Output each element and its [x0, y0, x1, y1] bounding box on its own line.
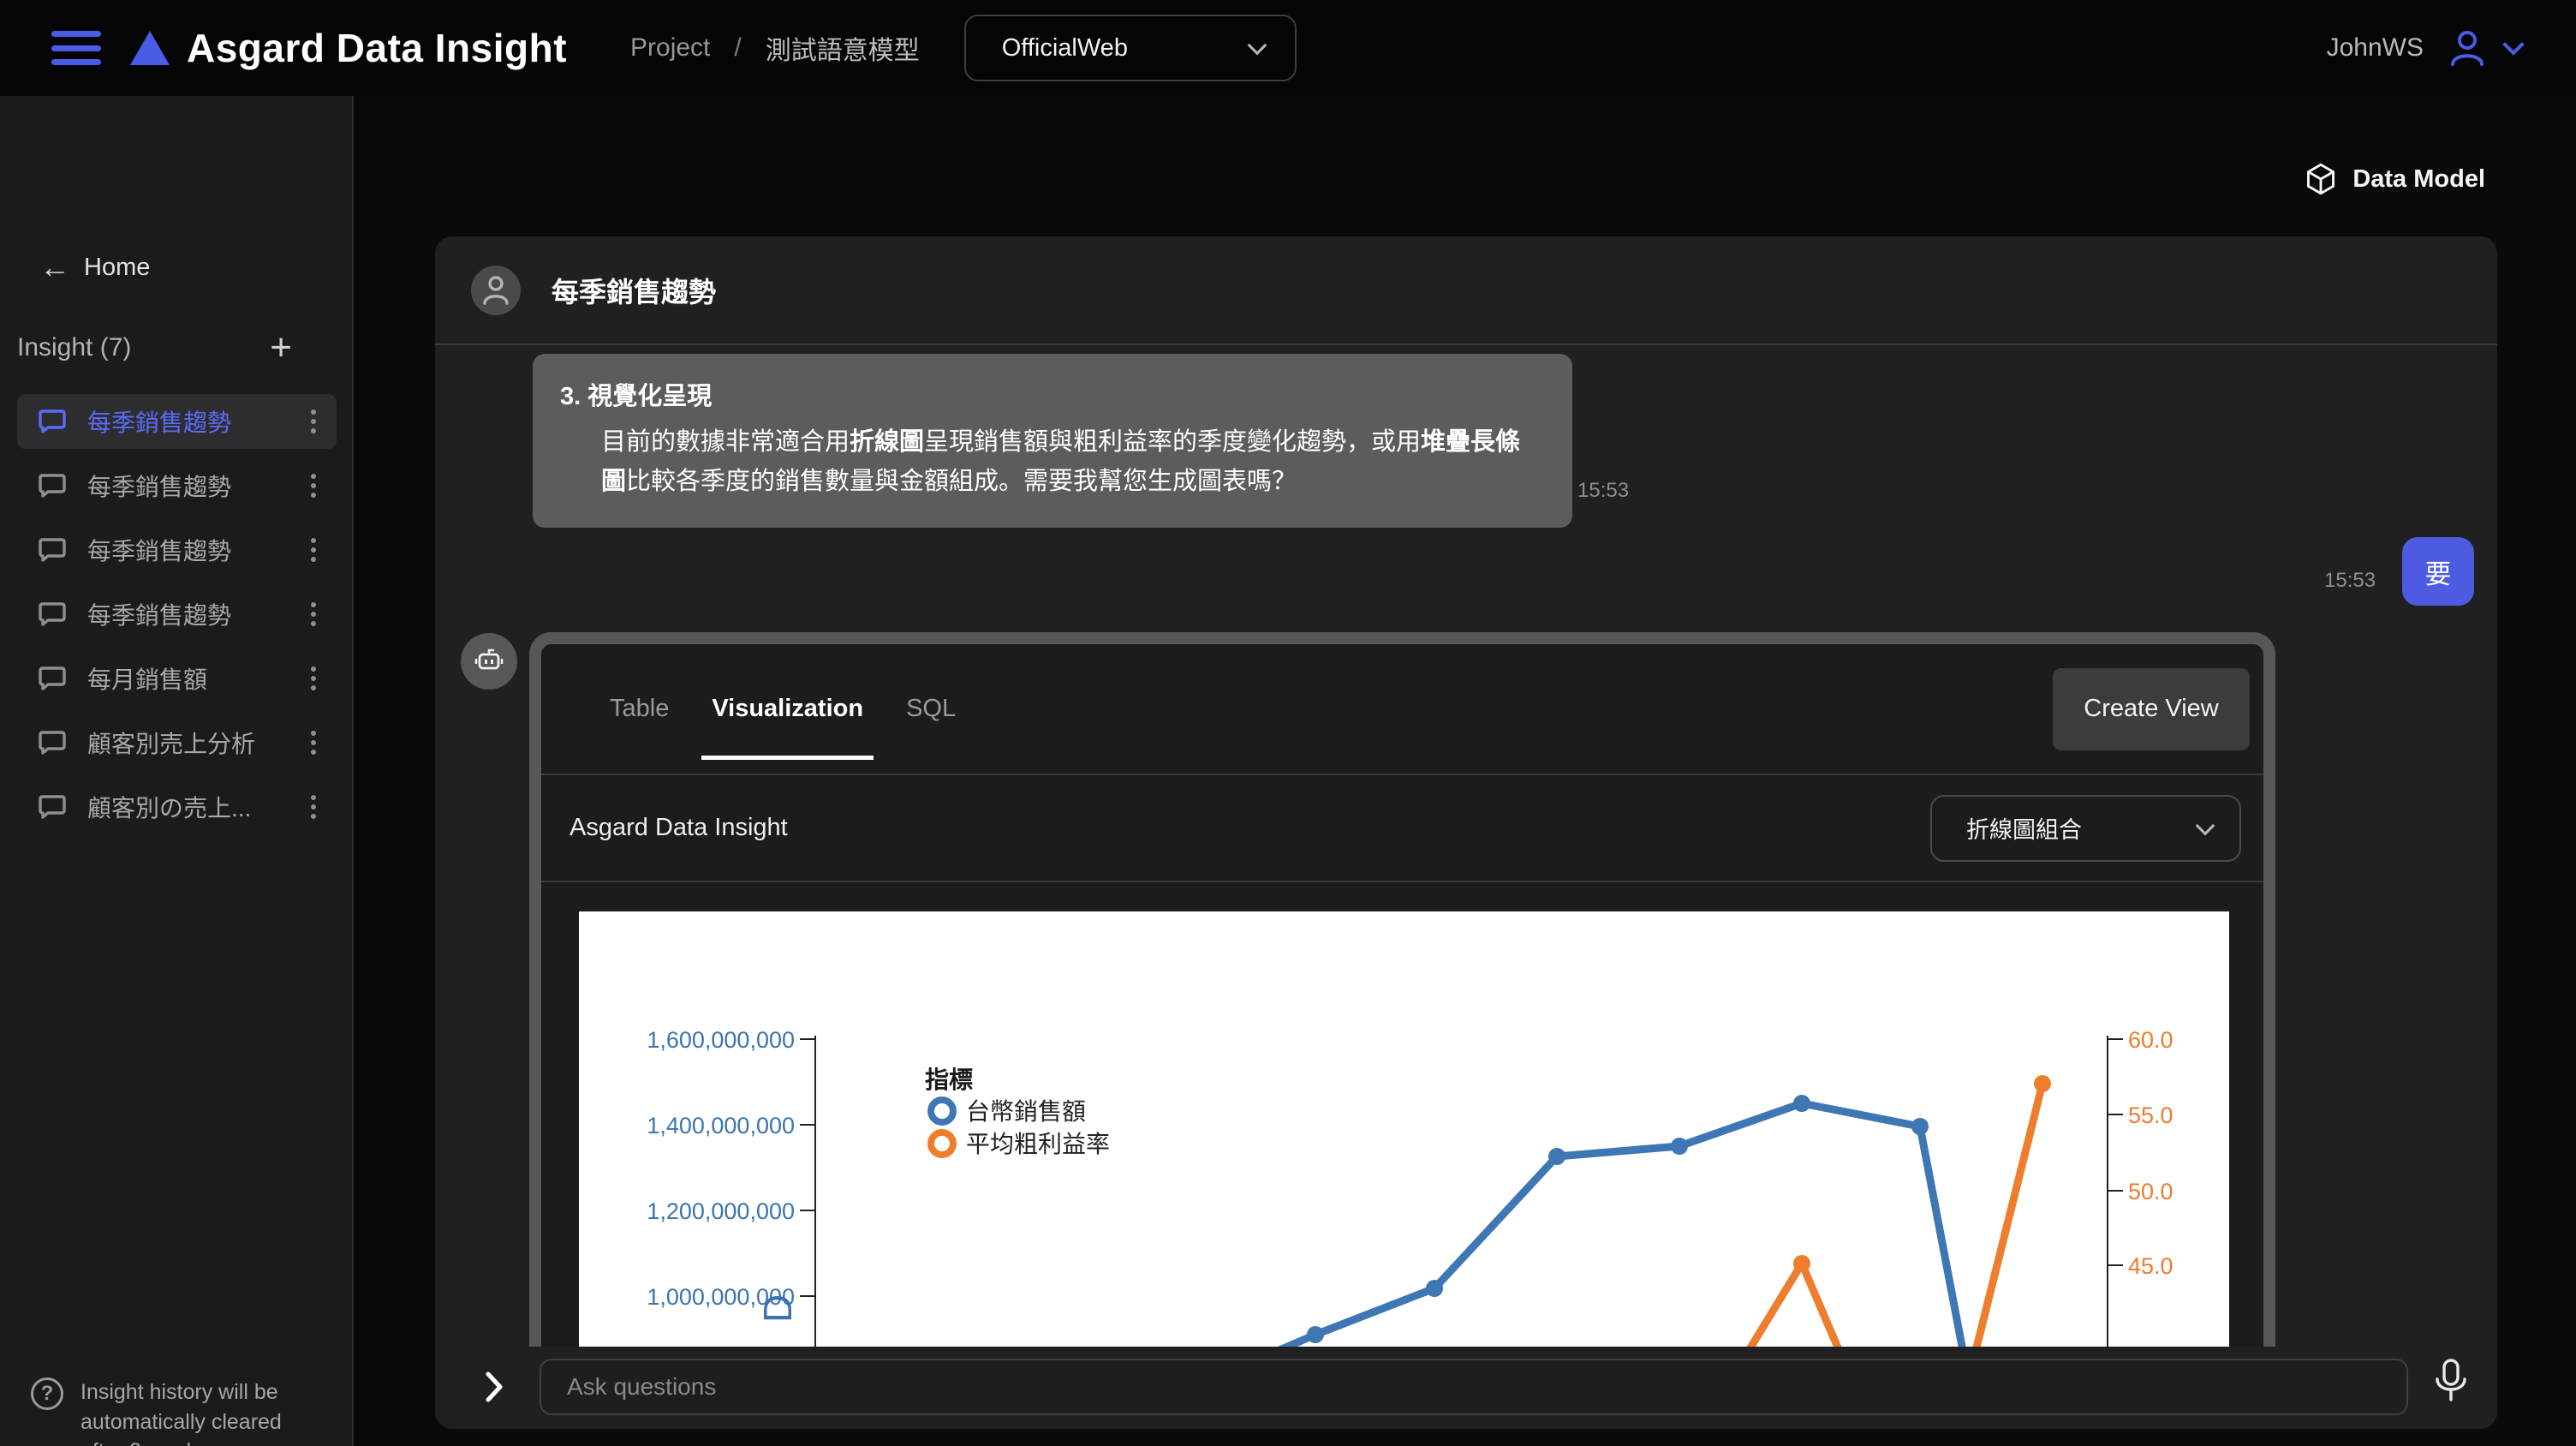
- card-title: Asgard Data Insight: [569, 814, 788, 842]
- chat-avatar: [471, 266, 521, 315]
- expand-chevron-icon[interactable]: [483, 1367, 505, 1407]
- sidebar-insight-item[interactable]: 顧客別売上分析: [17, 715, 337, 770]
- left-axis-title-partial: D: [755, 1294, 800, 1323]
- right-axis-tick: 50.0: [2128, 1179, 2174, 1204]
- item-menu-icon[interactable]: [306, 661, 321, 696]
- bot-message-bubble: 3. 視覺化呈現 目前的數據非常適合用折線圖呈現銷售額與粗利益率的季度變化趨勢，…: [533, 354, 1572, 528]
- right-axis-tick: 45.0: [2128, 1253, 2174, 1279]
- sidebar-insight-item[interactable]: 每月銷售額: [17, 651, 337, 706]
- card-title-row: Asgard Data Insight 折線圖組合: [541, 775, 2263, 882]
- left-axis-tick: 1,400,000,000: [647, 1113, 795, 1138]
- legend-label-sales: 台幣銷售額: [966, 1098, 1086, 1125]
- user-avatar-icon[interactable]: [2448, 28, 2487, 68]
- cube-icon: [2305, 163, 2337, 195]
- chat-bubble-icon: [38, 408, 67, 435]
- breadcrumb-section[interactable]: Project: [630, 33, 710, 63]
- question-input-bar: [435, 1347, 2497, 1429]
- right-axis-tick: 60.0: [2128, 1027, 2174, 1053]
- app-logo-icon: [130, 31, 170, 65]
- sidebar-insight-item[interactable]: 每季銷售趨勢: [17, 458, 337, 513]
- bot-message-body: 目前的數據非常適合用折線圖呈現銷售額與粗利益率的季度變化趨勢，或用堆疊長條圖比較…: [560, 422, 1541, 502]
- sidebar-insight-item[interactable]: 每季銷售趨勢: [17, 587, 337, 642]
- insight-item-label: 每季銷售趨勢: [87, 469, 231, 503]
- bot-message-time: 15:53: [1577, 479, 1629, 503]
- tab-visualization[interactable]: Visualization: [701, 644, 874, 774]
- tab-sql[interactable]: SQL: [896, 644, 966, 774]
- person-icon: [481, 275, 510, 306]
- user-message-bubble: 要: [2402, 537, 2474, 606]
- item-menu-icon[interactable]: [306, 726, 321, 760]
- top-bar: Asgard Data Insight Project / 測試語意模型 Off…: [0, 0, 2576, 96]
- ask-questions-input[interactable]: [540, 1359, 2408, 1415]
- menu-icon[interactable]: [51, 31, 101, 65]
- chat-bubble-icon: [38, 472, 67, 499]
- chat-header: 每季銷售趨勢: [435, 236, 2497, 345]
- history-note: ? Insight history will be automatically …: [31, 1377, 313, 1446]
- insight-count-label: Insight (7): [17, 333, 131, 362]
- insight-item-label: 顧客別売上分析: [87, 726, 255, 760]
- item-menu-icon[interactable]: [306, 404, 321, 439]
- history-note-text: Insight history will be automatically cl…: [80, 1377, 313, 1446]
- insight-list: 每季銷售趨勢 每季銷售趨勢 每季銷售趨勢 每季銷售趨勢 每月銷售額 顧客別売上分…: [17, 394, 337, 844]
- app-title: Asgard Data Insight: [187, 25, 567, 71]
- bot-message-heading: 3. 視覺化呈現: [560, 376, 1541, 412]
- sidebar-insight-item[interactable]: 顧客別の売上...: [17, 780, 337, 834]
- chart-type-value: 折線圖組合: [1966, 811, 2082, 845]
- sidebar-insight-item[interactable]: 每季銷售趨勢: [17, 394, 337, 449]
- legend-marker-orange: [931, 1132, 953, 1155]
- chat-bubble-icon: [38, 793, 67, 821]
- create-view-button[interactable]: Create View: [2053, 668, 2250, 750]
- breadcrumb-page[interactable]: 測試語意模型: [766, 29, 920, 67]
- data-model-button[interactable]: Data Model: [2305, 163, 2485, 195]
- user-name: JohnWS: [2327, 33, 2424, 63]
- chat-container: 每季銷售趨勢 3. 視覺化呈現 目前的數據非常適合用折線圖呈現銷售額與粗利益率的…: [435, 236, 2497, 1429]
- insight-header: Insight (7) +: [17, 329, 337, 367]
- item-menu-icon[interactable]: [306, 790, 321, 824]
- item-menu-icon[interactable]: [306, 533, 321, 567]
- legend-label-margin: 平均粗利益率: [966, 1131, 1110, 1157]
- left-axis-tick: 1,600,000,000: [647, 1027, 795, 1053]
- bot-avatar: [461, 633, 517, 690]
- sidebar: ← Home Insight (7) + 每季銷售趨勢 每季銷售趨勢 每季銷售趨…: [0, 96, 354, 1446]
- chat-bubble-icon: [38, 665, 67, 692]
- insight-item-label: 每季銷售趨勢: [87, 533, 231, 567]
- chart-type-select[interactable]: 折線圖組合: [1930, 795, 2241, 862]
- left-axis-tick: 1,200,000,000: [647, 1198, 795, 1224]
- insight-item-label: 每季銷售趨勢: [87, 404, 231, 439]
- result-card: Table Visualization SQL Create View Asga…: [529, 632, 2275, 1429]
- chevron-down-icon: [1247, 36, 1267, 56]
- legend-marker-blue: [931, 1100, 953, 1122]
- chat-bubble-icon: [38, 536, 67, 564]
- main-area: Data Model 每季銷售趨勢 3. 視覺化呈現 目前的數據非常適合用折線圖…: [355, 96, 2576, 1446]
- home-label: Home: [84, 254, 150, 282]
- breadcrumb-separator: /: [734, 33, 741, 63]
- chat-title: 每季銷售趨勢: [552, 271, 716, 310]
- insight-item-label: 每月銷售額: [87, 661, 207, 696]
- sidebar-insight-item[interactable]: 每季銷售趨勢: [17, 523, 337, 577]
- chat-bubble-icon: [38, 729, 67, 756]
- info-icon: ?: [31, 1377, 63, 1410]
- tab-bar: Table Visualization SQL Create View: [541, 644, 2263, 775]
- data-model-label: Data Model: [2352, 165, 2485, 194]
- app-window: Asgard Data Insight Project / 測試語意模型 Off…: [0, 0, 2576, 1446]
- tab-table[interactable]: Table: [599, 644, 679, 774]
- microphone-icon[interactable]: [2430, 1355, 2472, 1410]
- item-menu-icon[interactable]: [306, 597, 321, 631]
- home-button[interactable]: ← Home: [39, 252, 150, 283]
- insight-item-label: 顧客別の売上...: [87, 790, 251, 824]
- legend-title: 指標: [925, 1067, 973, 1093]
- model-select[interactable]: OfficialWeb: [964, 15, 1297, 81]
- user-message-time: 15:53: [2324, 569, 2376, 593]
- model-select-value: OfficialWeb: [1002, 34, 1128, 63]
- item-menu-icon[interactable]: [306, 469, 321, 503]
- back-arrow-icon: ←: [39, 252, 70, 283]
- chat-bubble-icon: [38, 601, 67, 628]
- chevron-down-icon: [2196, 816, 2215, 835]
- user-menu-chevron-icon[interactable]: [2502, 33, 2524, 55]
- robot-icon: [474, 647, 504, 676]
- insight-item-label: 每季銷售趨勢: [87, 597, 231, 631]
- new-insight-button[interactable]: +: [270, 329, 292, 367]
- right-axis-tick: 55.0: [2128, 1102, 2174, 1128]
